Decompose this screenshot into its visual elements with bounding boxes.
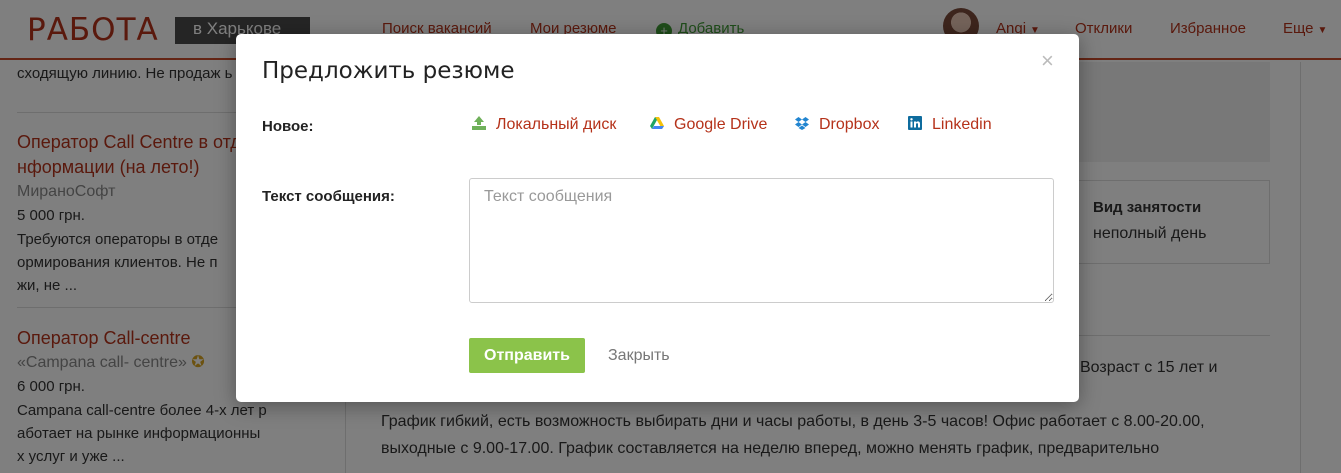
message-textarea[interactable] — [469, 178, 1054, 303]
new-label: Новое: — [262, 118, 314, 135]
source-local-disk[interactable]: Локальный диск — [472, 116, 616, 134]
source-label: Dropbox — [819, 116, 880, 133]
source-label: Google Drive — [674, 116, 768, 133]
google-drive-icon — [650, 117, 664, 129]
source-label: Локальный диск — [496, 116, 617, 133]
send-button[interactable]: Отправить — [469, 338, 585, 373]
dropbox-icon — [795, 117, 809, 130]
source-dropbox[interactable]: Dropbox — [795, 116, 879, 134]
close-button[interactable]: Закрыть — [608, 347, 670, 365]
dialog-title: Предложить резюме — [262, 58, 515, 84]
source-linkedin[interactable]: Linkedin — [908, 116, 992, 134]
message-label: Текст сообщения: — [262, 188, 395, 205]
source-google-drive[interactable]: Google Drive — [650, 116, 767, 134]
suggest-resume-dialog: Предложить резюме × Новое: Локальный дис… — [236, 34, 1079, 402]
source-label: Linkedin — [932, 116, 992, 133]
upload-icon — [472, 116, 486, 130]
close-icon[interactable]: × — [1041, 48, 1054, 74]
linkedin-icon — [908, 116, 922, 130]
